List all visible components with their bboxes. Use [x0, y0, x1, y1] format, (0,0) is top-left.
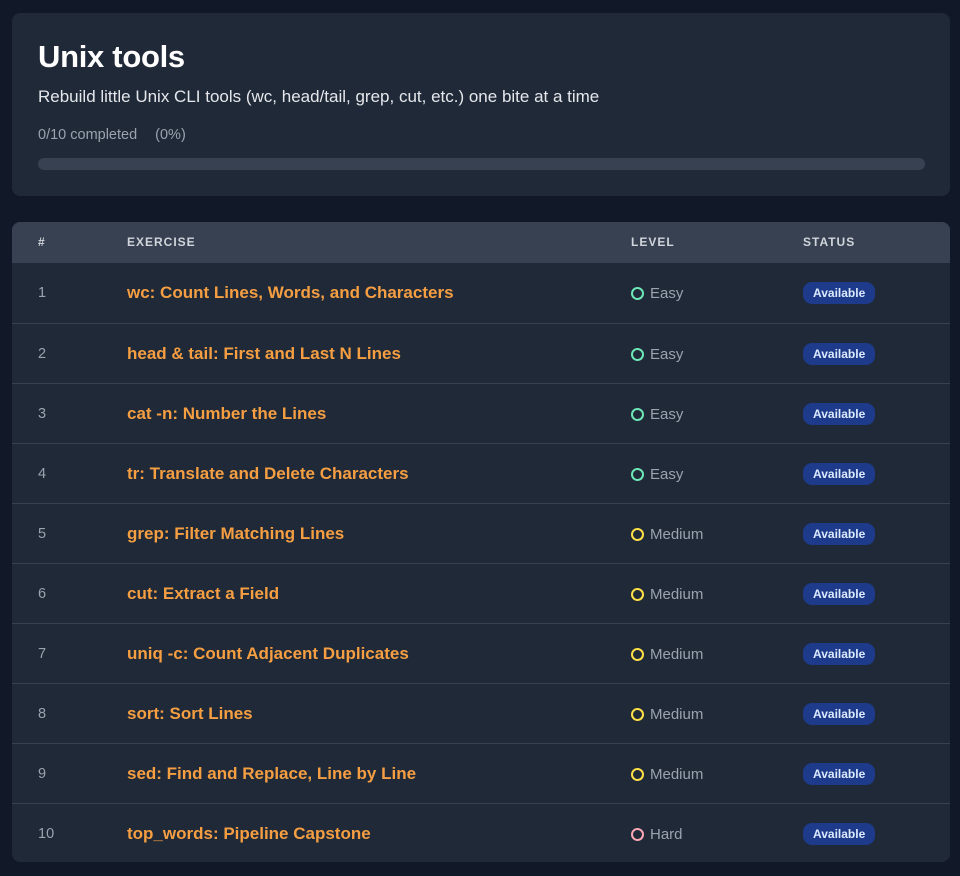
- level-indicator: Easy: [631, 263, 683, 323]
- level-circle-icon: [631, 647, 644, 661]
- exercise-number: 10: [38, 826, 55, 842]
- level-circle-icon: [631, 707, 644, 721]
- level-label: Easy: [650, 465, 684, 483]
- level-circle-icon: [631, 286, 644, 300]
- status-badge: Available: [803, 463, 876, 485]
- table-row: 1 wc: Count Lines, Words, and Characters…: [12, 263, 950, 323]
- exercise-number: 5: [38, 526, 47, 542]
- column-header-status: STATUS: [803, 235, 856, 249]
- level-circle-icon: [631, 527, 644, 541]
- table-body: 1 wc: Count Lines, Words, and Characters…: [12, 263, 950, 862]
- table-row: 10 top_words: Pipeline Capstone Hard Ava…: [12, 803, 950, 862]
- exercise-number: 1: [38, 285, 47, 301]
- status-badge: Available: [803, 763, 876, 785]
- level-indicator: Easy: [631, 384, 683, 444]
- level-label: Easy: [650, 284, 684, 302]
- table-row: 3 cat -n: Number the Lines Easy Availabl…: [12, 383, 950, 443]
- exercise-table: # EXERCISE LEVEL STATUS 1 wc: Count Line…: [12, 222, 950, 862]
- exercise-link[interactable]: wc: Count Lines, Words, and Characters: [127, 283, 454, 303]
- progress-percent: (0%): [155, 127, 186, 143]
- table-row: 9 sed: Find and Replace, Line by Line Me…: [12, 743, 950, 803]
- status-badge: Available: [803, 703, 876, 725]
- level-indicator: Hard: [631, 804, 683, 862]
- exercise-link[interactable]: tr: Translate and Delete Characters: [127, 464, 409, 484]
- level-label: Easy: [650, 345, 684, 363]
- status-badge: Available: [803, 523, 876, 545]
- level-label: Easy: [650, 405, 684, 423]
- exercise-link[interactable]: cat -n: Number the Lines: [127, 404, 326, 424]
- column-header-exercise: EXERCISE: [127, 235, 196, 249]
- exercise-number: 8: [38, 706, 47, 722]
- exercise-number: 7: [38, 646, 47, 662]
- level-circle-icon: [631, 587, 644, 601]
- level-indicator: Medium: [631, 624, 703, 684]
- column-header-number: #: [38, 235, 46, 249]
- status-badge: Available: [803, 282, 876, 304]
- level-circle-icon: [631, 827, 644, 841]
- level-label: Medium: [650, 645, 704, 663]
- exercise-link[interactable]: sort: Sort Lines: [127, 704, 253, 724]
- table-header: # EXERCISE LEVEL STATUS: [12, 222, 950, 263]
- exercise-link[interactable]: cut: Extract a Field: [127, 584, 279, 604]
- track-description: Rebuild little Unix CLI tools (wc, head/…: [38, 87, 600, 106]
- table-row: 8 sort: Sort Lines Medium Available: [12, 683, 950, 743]
- level-circle-icon: [631, 767, 644, 781]
- exercise-number: 2: [38, 346, 47, 362]
- exercise-link[interactable]: head & tail: First and Last N Lines: [127, 344, 401, 364]
- level-indicator: Medium: [631, 564, 703, 624]
- exercise-number: 9: [38, 766, 47, 782]
- status-badge: Available: [803, 343, 876, 365]
- column-header-level: LEVEL: [631, 235, 675, 249]
- level-indicator: Easy: [631, 324, 683, 384]
- level-label: Medium: [650, 705, 704, 723]
- progress-count: 0/10 completed: [38, 127, 138, 143]
- level-label: Medium: [650, 525, 704, 543]
- progress-bar: [38, 158, 925, 170]
- progress-summary: 0/10 completed (0%): [38, 127, 186, 143]
- exercise-link[interactable]: uniq -c: Count Adjacent Duplicates: [127, 644, 409, 664]
- level-indicator: Medium: [631, 684, 703, 744]
- table-row: 2 head & tail: First and Last N Lines Ea…: [12, 323, 950, 383]
- table-row: 4 tr: Translate and Delete Characters Ea…: [12, 443, 950, 503]
- exercise-link[interactable]: top_words: Pipeline Capstone: [127, 824, 371, 844]
- page: Unix tools Rebuild little Unix CLI tools…: [0, 0, 960, 876]
- exercise-number: 4: [38, 466, 47, 482]
- exercise-link[interactable]: grep: Filter Matching Lines: [127, 524, 344, 544]
- exercise-number: 6: [38, 586, 47, 602]
- level-circle-icon: [631, 347, 644, 361]
- table-row: 7 uniq -c: Count Adjacent Duplicates Med…: [12, 623, 950, 683]
- page-title: Unix tools: [38, 39, 185, 74]
- status-badge: Available: [803, 403, 876, 425]
- exercise-link[interactable]: sed: Find and Replace, Line by Line: [127, 764, 416, 784]
- level-indicator: Easy: [631, 444, 683, 504]
- level-indicator: Medium: [631, 744, 703, 804]
- table-row: 6 cut: Extract a Field Medium Available: [12, 563, 950, 623]
- level-label: Hard: [650, 825, 683, 843]
- status-badge: Available: [803, 823, 876, 845]
- status-badge: Available: [803, 583, 876, 605]
- level-indicator: Medium: [631, 504, 703, 564]
- table-row: 5 grep: Filter Matching Lines Medium Ava…: [12, 503, 950, 563]
- track-header-card: Unix tools Rebuild little Unix CLI tools…: [12, 13, 950, 196]
- level-circle-icon: [631, 407, 644, 421]
- level-label: Medium: [650, 585, 704, 603]
- level-circle-icon: [631, 467, 644, 481]
- level-label: Medium: [650, 765, 704, 783]
- status-badge: Available: [803, 643, 876, 665]
- exercise-number: 3: [38, 406, 47, 422]
